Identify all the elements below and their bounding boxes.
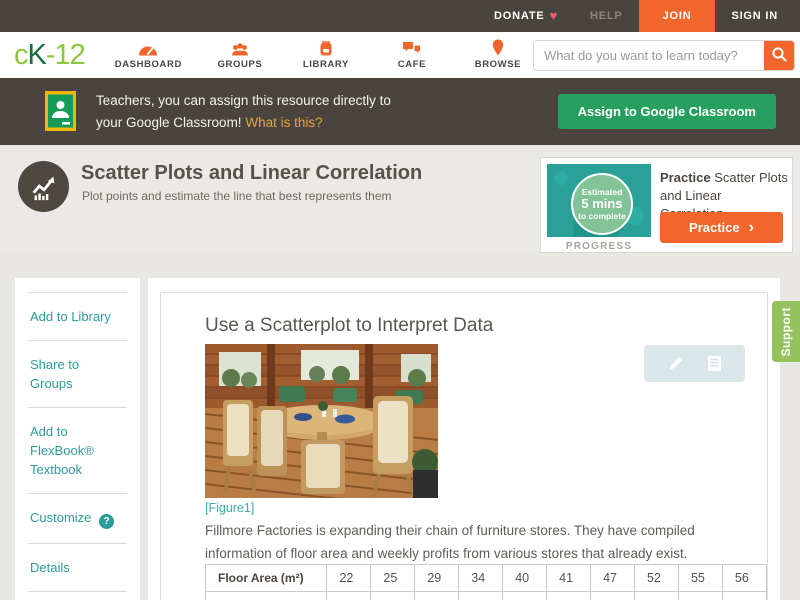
search-input[interactable] xyxy=(534,41,764,70)
main-content-panel: Use a Scatterplot to Interpret Data [Fig… xyxy=(148,278,780,600)
library-backpack-icon xyxy=(318,40,334,56)
logo-suffix: -12 xyxy=(45,38,86,71)
table-cell: 40 xyxy=(502,564,548,592)
table-cell: 362 xyxy=(590,591,636,600)
nav-item-browse[interactable]: BROWSE xyxy=(470,39,526,70)
google-classroom-icon xyxy=(45,91,76,136)
data-table: Floor Area (m²) 22 25 29 34 40 41 47 52 … xyxy=(204,564,768,600)
table-row-floor-area: Floor Area (m²) 22 25 29 34 40 41 47 52 … xyxy=(204,564,768,592)
notes-document-icon[interactable] xyxy=(707,355,722,372)
logo-letter-c: c xyxy=(14,38,28,71)
what-is-this-link[interactable]: What is this? xyxy=(245,115,322,130)
row-header: Floor Area (m²) xyxy=(204,564,328,592)
table-cell: 439 xyxy=(677,591,723,600)
ck12-page: DONATE ♥ HELP JOIN SIGN IN cK-12 DASHBOA… xyxy=(0,0,800,600)
sidebar: Add to Library Share to Groups Add to Fl… xyxy=(15,278,140,600)
top-utility-bar: DONATE ♥ HELP JOIN SIGN IN xyxy=(0,0,800,32)
google-classroom-banner: Teachers, you can assign this resource d… xyxy=(0,78,800,145)
search-icon xyxy=(771,46,788,66)
sidebar-item-customize[interactable]: Customize ? xyxy=(28,493,127,543)
practice-button[interactable]: Practice › xyxy=(660,212,783,243)
page-subtitle: Plot points and estimate the line that b… xyxy=(82,189,392,203)
nav-item-label: LIBRARY xyxy=(302,59,349,70)
banner-text: Teachers, you can assign this resource d… xyxy=(96,90,391,134)
lesson-card: Use a Scatterplot to Interpret Data [Fig… xyxy=(160,292,768,600)
practice-head-illustration: Estimated 5 mins to complete xyxy=(547,164,651,237)
estimated-minutes: 5 mins xyxy=(581,196,623,211)
table-cell: 22 xyxy=(326,564,372,592)
row-header: Weekly Profits ($) xyxy=(204,591,328,600)
table-cell: 55 xyxy=(677,564,723,592)
estimated-suffix: to complete xyxy=(578,211,626,221)
highlighter-pen-icon[interactable] xyxy=(667,355,684,372)
ck12-logo[interactable]: cK-12 xyxy=(14,38,86,72)
donate-button[interactable]: DONATE ♥ xyxy=(478,0,574,32)
table-cell: 47 xyxy=(590,564,636,592)
estimated-time-circle: Estimated 5 mins to complete xyxy=(571,173,633,235)
sidebar-item-details[interactable]: Details xyxy=(28,543,127,591)
sign-in-button[interactable]: SIGN IN xyxy=(715,0,794,32)
table-cell: 56 xyxy=(721,564,768,592)
nav-item-groups[interactable]: GROUPS xyxy=(212,40,268,70)
table-cell: 474 xyxy=(721,591,768,600)
chevron-right-icon: › xyxy=(748,219,754,236)
assign-to-google-classroom-button[interactable]: Assign to Google Classroom xyxy=(557,94,776,129)
banner-line1: Teachers, you can assign this resource d… xyxy=(96,93,391,108)
nav-item-label: DASHBOARD xyxy=(114,59,182,70)
table-cell: 217 xyxy=(414,591,460,600)
heart-icon: ♥ xyxy=(549,8,559,23)
table-row-weekly-profits: Weekly Profits ($) 128 235 217 244 316 3… xyxy=(204,591,768,600)
table-cell: 128 xyxy=(326,591,372,600)
search-box xyxy=(533,40,795,71)
table-cell: 316 xyxy=(502,591,548,600)
nav-item-label: GROUPS xyxy=(217,59,263,70)
main-nav: cK-12 DASHBOARD GROUPS LIBRARY CAFE BROW… xyxy=(0,32,800,78)
browse-pin-icon xyxy=(492,39,504,56)
cafe-chat-bubbles-icon xyxy=(402,40,421,56)
banner-line2: your Google Classroom! xyxy=(96,115,242,130)
table-cell: 29 xyxy=(414,564,460,592)
question-badge-icon[interactable]: ? xyxy=(99,514,115,529)
table-cell: 25 xyxy=(370,564,416,592)
table-cell: 374 xyxy=(634,591,679,600)
table-cell: 308 xyxy=(546,591,592,600)
sidebar-item-add-to-library[interactable]: Add to Library xyxy=(28,292,127,340)
sidebar-item-add-to-flexbook[interactable]: Add to FlexBook® Textbook xyxy=(28,407,127,493)
table-cell: 34 xyxy=(458,564,504,592)
nav-item-label: CAFE xyxy=(397,59,427,70)
lesson-paragraph: Fillmore Factories is expanding their ch… xyxy=(205,523,695,561)
nav-item-label: BROWSE xyxy=(474,59,522,70)
nav-item-library[interactable]: LIBRARY xyxy=(298,40,354,70)
practice-button-label: Practice xyxy=(689,220,740,235)
table-cell: 235 xyxy=(370,591,416,600)
groups-people-icon xyxy=(231,40,249,56)
support-tab-label: Support xyxy=(779,306,793,357)
practice-widget: Estimated 5 mins to complete PROGRESS Pr… xyxy=(540,157,793,253)
sidebar-item-resources[interactable]: Resources xyxy=(28,591,127,600)
practice-description-bold: Practice xyxy=(660,170,711,185)
progress-label: PROGRESS xyxy=(565,241,633,252)
join-button[interactable]: JOIN xyxy=(638,0,716,32)
dashboard-gauge-icon xyxy=(138,40,158,56)
nav-item-dashboard[interactable]: DASHBOARD xyxy=(115,40,182,70)
donate-label: DONATE xyxy=(494,10,545,22)
support-tab[interactable]: Support xyxy=(772,301,800,362)
help-link[interactable]: HELP xyxy=(574,0,639,32)
figure-image-patio-furniture xyxy=(205,344,438,498)
annotation-toolbar xyxy=(644,345,745,382)
flexbook-line1: Add to FlexBook® xyxy=(30,424,94,458)
logo-letter-k: K xyxy=(27,38,47,71)
flexbook-line2: Textbook xyxy=(30,462,83,477)
page-title: Scatter Plots and Linear Correlation xyxy=(81,162,423,184)
table-cell: 244 xyxy=(458,591,504,600)
search-button[interactable] xyxy=(764,41,794,70)
table-cell: 52 xyxy=(634,564,679,592)
table-cell: 41 xyxy=(546,564,592,592)
nav-item-cafe[interactable]: CAFE xyxy=(384,40,440,70)
scatter-plot-badge-icon xyxy=(18,161,69,212)
figure-caption-link[interactable]: [Figure1] xyxy=(205,501,254,515)
sidebar-item-share-to-groups[interactable]: Share to Groups xyxy=(28,340,127,407)
customize-label: Customize xyxy=(30,510,92,525)
section-heading: Use a Scatterplot to Interpret Data xyxy=(205,315,494,336)
